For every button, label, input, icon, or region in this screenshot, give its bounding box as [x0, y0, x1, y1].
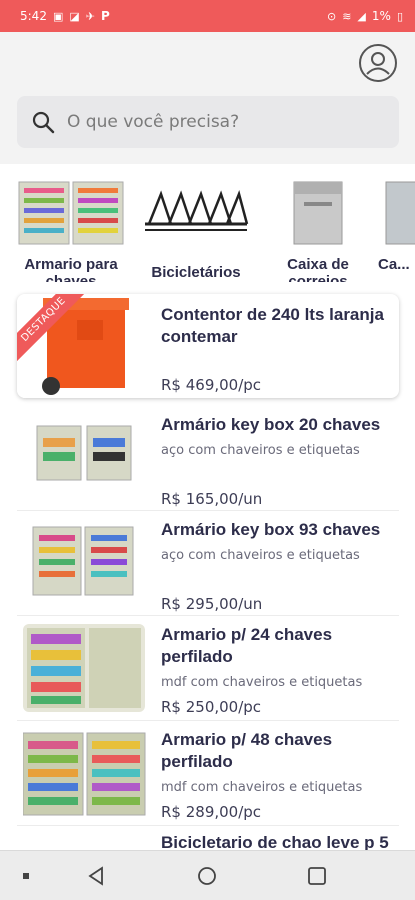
product-title: Contentor de 240 lts laranja contemar [161, 305, 384, 346]
product-info: Armário key box 93 chaves aço com chavei… [161, 519, 393, 613]
system-navigation-bar [0, 850, 415, 900]
category-carousel[interactable]: Armario para chaves Bicicletários Caixa … [0, 172, 415, 282]
recents-icon[interactable] [307, 866, 327, 886]
category-bicicletarios[interactable]: Bicicletários [136, 180, 256, 281]
product-description: mdf com chaveiros e etiquetas [161, 675, 363, 690]
wifi-icon: ≋ [342, 9, 352, 23]
mdf-24-keys-image [23, 624, 145, 712]
product-title: Armario p/ 48 chaves perfilado [161, 730, 333, 771]
product-row[interactable]: Armario p/ 24 chaves perfilado mdf com c… [17, 616, 399, 721]
category-label: Bicicletários [151, 264, 241, 281]
search-icon [32, 111, 55, 134]
mailbox-thumbnail [293, 181, 343, 245]
product-description: mdf com chaveiros e etiquetas [161, 780, 363, 795]
mdf-48-keys-image [23, 732, 146, 816]
category-armario-chaves[interactable]: Armario para chaves [11, 180, 131, 282]
bike-rack-thumbnail [145, 190, 249, 231]
product-info: Armario p/ 48 chaves perfilado mdf com c… [161, 729, 393, 821]
product-price: R$ 165,00/un [161, 490, 263, 508]
category-caixa-correios[interactable]: Caixa de correios [258, 180, 378, 282]
product-price: R$ 250,00/pc [161, 698, 262, 716]
category-label: Caixa de correios [287, 256, 349, 282]
status-bar: 5:42 ▣ ◪ ✈ P ⊙ ≋ ◢ 1% ▯ [0, 0, 415, 32]
menu-dot-icon[interactable] [22, 872, 30, 880]
app-header [0, 32, 415, 164]
category-label: Armario para chaves [24, 256, 118, 282]
product-info: Armário key box 20 chaves aço com chavei… [161, 414, 393, 508]
battery-percent: 1% [371, 9, 391, 23]
gallery-notification-icon: ▣ [52, 9, 64, 23]
featured-product-card[interactable]: DESTAQUE Contentor de 240 lts laranja co… [17, 294, 399, 398]
product-row[interactable]: Armário key box 93 chaves aço com chavei… [17, 511, 399, 616]
key-box-93-image [32, 526, 134, 596]
battery-icon: ▯ [396, 9, 403, 23]
product-info: Armario p/ 24 chaves perfilado mdf com c… [161, 624, 393, 716]
product-price: R$ 295,00/un [161, 595, 263, 613]
status-time: 5:42 [20, 9, 47, 23]
profile-button[interactable] [359, 44, 397, 82]
search-bar[interactable] [17, 96, 399, 148]
status-left: 5:42 ▣ ◪ ✈ P [20, 9, 110, 23]
user-icon [366, 52, 390, 75]
vibrate-icon: ⊙ [326, 9, 337, 23]
home-icon[interactable] [197, 866, 217, 886]
product-price: R$ 289,00/pc [161, 803, 262, 821]
product-title: Armario p/ 24 chaves perfilado [161, 625, 333, 666]
product-description: aço com chaveiros e etiquetas [161, 443, 360, 458]
search-input[interactable] [65, 111, 369, 133]
orange-container-image [17, 294, 137, 398]
muted-notification-icon: ◪ [69, 9, 80, 23]
transfer-notification-icon: ✈ [85, 9, 95, 23]
key-box-20-image [36, 425, 132, 481]
featured-info: Contentor de 240 lts laranja contemar R$… [161, 304, 393, 394]
product-description: aço com chaveiros e etiquetas [161, 548, 360, 563]
app-notification-icon: P [100, 9, 110, 23]
partial-category-thumbnail [385, 181, 415, 245]
product-row[interactable]: Armario p/ 48 chaves perfilado mdf com c… [17, 721, 399, 826]
key-cabinet-thumbnail [18, 181, 124, 245]
status-right: ⊙ ≋ ◢ 1% ▯ [327, 9, 403, 23]
product-title: Armário key box 20 chaves [161, 415, 381, 434]
category-partial[interactable]: Ca... [378, 180, 415, 273]
product-title: Armário key box 93 chaves [161, 520, 381, 539]
signal-icon: ◢ [357, 9, 366, 23]
product-row[interactable]: Armário key box 20 chaves aço com chavei… [17, 406, 399, 511]
product-price: R$ 469,00/pc [161, 376, 262, 394]
back-icon[interactable] [86, 866, 106, 886]
category-label: Ca... [378, 256, 410, 273]
